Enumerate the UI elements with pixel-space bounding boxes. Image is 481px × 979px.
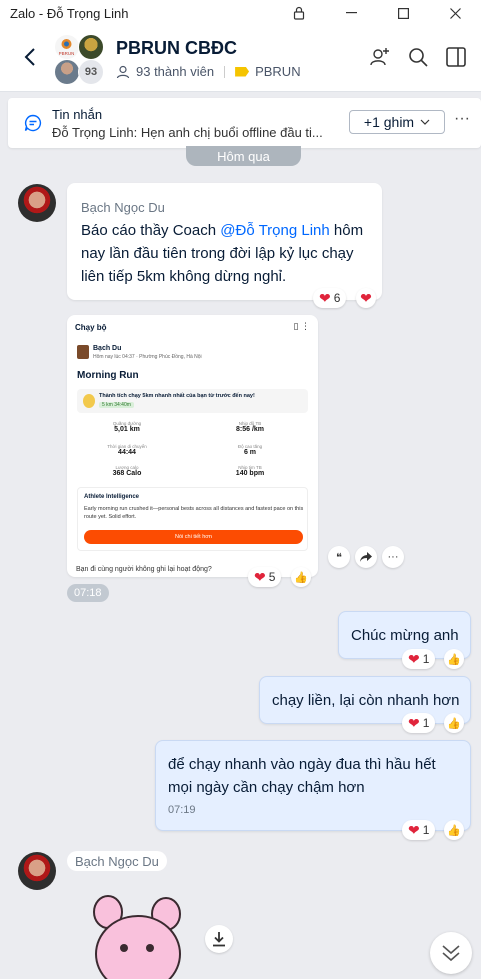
- message-time: 07:19: [168, 804, 196, 816]
- heart-icon: ❤: [408, 651, 420, 667]
- stat-item: Quãng đường 5,01 km: [112, 421, 142, 433]
- stat-item: Thời gian di chuyển 44:44: [107, 444, 147, 456]
- chat-bubble-icon: [24, 114, 42, 132]
- card-user: Bạch Du: [93, 345, 122, 352]
- like-thumb-icon[interactable]: 👍: [444, 820, 464, 840]
- add-member-icon[interactable]: [369, 46, 391, 68]
- sender-name: Bạch Ngọc Du: [81, 200, 165, 215]
- like-thumb-icon[interactable]: 👍: [444, 649, 464, 669]
- group-logo-avatar: PBRUN: [54, 34, 80, 60]
- window-title: Zalo - Đỗ Trọng Linh: [10, 5, 129, 21]
- stat-item: Lượng calo 368 Calo: [112, 465, 142, 477]
- tag-icon: [235, 66, 250, 77]
- reaction-summary[interactable]: ❤ 5: [248, 567, 282, 587]
- pinned-text: Đỗ Trọng Linh: Hẹn anh chị buổi offline …: [52, 125, 323, 140]
- chevron-down-icon: [420, 119, 430, 125]
- members-icon: [116, 65, 130, 78]
- mention-link[interactable]: @Đỗ Trọng Linh: [220, 222, 329, 239]
- sender-avatar[interactable]: [18, 184, 56, 222]
- achievement-text: Thành tích chạy 5km nhanh nhất của bạn t…: [99, 393, 255, 399]
- user-badge-icon: [77, 345, 89, 359]
- member-avatar: [54, 59, 80, 85]
- reaction-summary[interactable]: ❤ 6: [313, 288, 347, 308]
- heart-icon: ❤: [254, 569, 266, 585]
- share-icon[interactable]: [355, 546, 377, 568]
- ai-detail-button[interactable]: Nói chi tiết hơn: [84, 530, 303, 544]
- ai-text: Early morning run crushed it—personal be…: [84, 506, 304, 520]
- window-titlebar: Zalo - Đỗ Trọng Linh: [0, 0, 481, 26]
- message-text: để chạy nhanh vào ngày đua thì hầu hết m…: [168, 756, 436, 796]
- stat-item: Độ cao tăng 6 m: [237, 444, 263, 456]
- card-time-location: Hôm nay lúc 04:37 · Phường Phúc Đồng, Hà…: [93, 354, 202, 360]
- reaction-count: 1: [422, 716, 430, 730]
- quote-icon[interactable]: ❝: [328, 546, 350, 568]
- more-options-button[interactable]: ···: [454, 110, 470, 128]
- stat-item: Nhịp tim TB 140 bpm: [235, 465, 265, 477]
- pinned-message-bar[interactable]: Tin nhắn Đỗ Trọng Linh: Hẹn anh chị buổi…: [8, 98, 481, 148]
- message-time: 07:18: [67, 584, 109, 602]
- reaction-summary[interactable]: ❤ 1: [402, 649, 436, 669]
- heart-icon: ❤: [408, 822, 420, 838]
- date-separator: Hôm qua: [186, 146, 301, 166]
- message-bubble[interactable]: chạy liền, lại còn nhanh hơn: [259, 676, 471, 724]
- group-tag-label[interactable]: PBRUN: [255, 64, 301, 79]
- activity-card[interactable]: Chạy bộ ▯ ⋮ Bạch Du Hôm nay lúc 04:37 · …: [67, 315, 318, 577]
- bookmark-icon: ▯ ⋮: [293, 321, 310, 331]
- more-options-icon[interactable]: ···: [382, 546, 404, 568]
- athlete-intelligence-box: Athlete Intelligence Early morning run c…: [77, 487, 308, 551]
- reaction-count: 6: [333, 291, 341, 305]
- like-thumb-icon[interactable]: 👍: [291, 567, 311, 587]
- message-text: Chúc mừng anh: [351, 627, 459, 644]
- pin-count-button[interactable]: +1 ghim: [349, 110, 445, 134]
- card-footer: Bạn đi cùng người không ghi lại hoạt độn…: [76, 566, 212, 573]
- back-arrow-icon[interactable]: [20, 46, 42, 68]
- medal-icon: [83, 394, 95, 408]
- ai-title: Athlete Intelligence: [84, 494, 140, 500]
- member-avatar: [78, 34, 104, 60]
- svg-text:PBRUN: PBRUN: [59, 51, 75, 56]
- achievement-box: Thành tích chạy 5km nhanh nhất của bạn t…: [77, 389, 308, 413]
- download-icon[interactable]: [205, 925, 233, 953]
- lock-icon[interactable]: [273, 0, 325, 26]
- reaction-count: 1: [422, 652, 430, 666]
- pinned-title: Tin nhắn: [52, 107, 103, 122]
- minimize-icon[interactable]: [325, 0, 377, 26]
- sidebar-toggle-icon[interactable]: [445, 46, 467, 68]
- group-name[interactable]: PBRUN CBĐC: [116, 38, 237, 59]
- sender-avatar[interactable]: [18, 852, 56, 890]
- reaction-count: 5: [268, 570, 276, 584]
- member-count-badge: 93: [78, 59, 104, 85]
- pin-count-label: +1 ghim: [363, 114, 415, 130]
- react-heart-button[interactable]: ❤: [356, 288, 376, 308]
- stat-item: Nhịp độ TB 8:56 /km: [235, 421, 265, 433]
- scroll-to-bottom-icon[interactable]: [430, 932, 472, 974]
- message-text: chạy liền, lại còn nhanh hơn: [272, 692, 460, 709]
- conversation-header: PBRUN 93 PBRUN CBĐC 93 thành viên PBRUN: [0, 26, 481, 92]
- like-thumb-icon[interactable]: 👍: [444, 713, 464, 733]
- pink-bunny-sticker[interactable]: [88, 892, 188, 979]
- activity-title: Morning Run: [77, 370, 139, 381]
- members-count[interactable]: 93 thành viên: [136, 64, 214, 79]
- achievement-pr: 5 km 34:40m: [99, 402, 134, 408]
- heart-icon: ❤: [319, 290, 331, 306]
- heart-icon: ❤: [408, 715, 420, 731]
- search-icon[interactable]: [407, 46, 429, 68]
- divider: [224, 65, 226, 78]
- group-subtitle: 93 thành viên PBRUN: [116, 64, 301, 79]
- card-header: Chạy bộ: [75, 323, 107, 332]
- reaction-summary[interactable]: ❤ 1: [402, 713, 436, 733]
- reaction-count: 1: [422, 823, 430, 837]
- group-avatar[interactable]: PBRUN 93: [52, 32, 106, 86]
- message-bubble[interactable]: để chạy nhanh vào ngày đua thì hầu hết m…: [155, 740, 471, 831]
- message-bubble[interactable]: Bạch Ngọc Du Báo cáo thầy Coach @Đỗ Trọn…: [67, 183, 382, 300]
- sender-name: Bạch Ngọc Du: [67, 851, 167, 871]
- message-text: Báo cáo thầy Coach @Đỗ Trọng Linh hôm na…: [81, 222, 364, 285]
- close-icon[interactable]: [429, 0, 481, 26]
- maximize-icon[interactable]: [377, 0, 429, 26]
- reaction-summary[interactable]: ❤ 1: [402, 820, 436, 840]
- heart-icon: ❤: [360, 290, 372, 306]
